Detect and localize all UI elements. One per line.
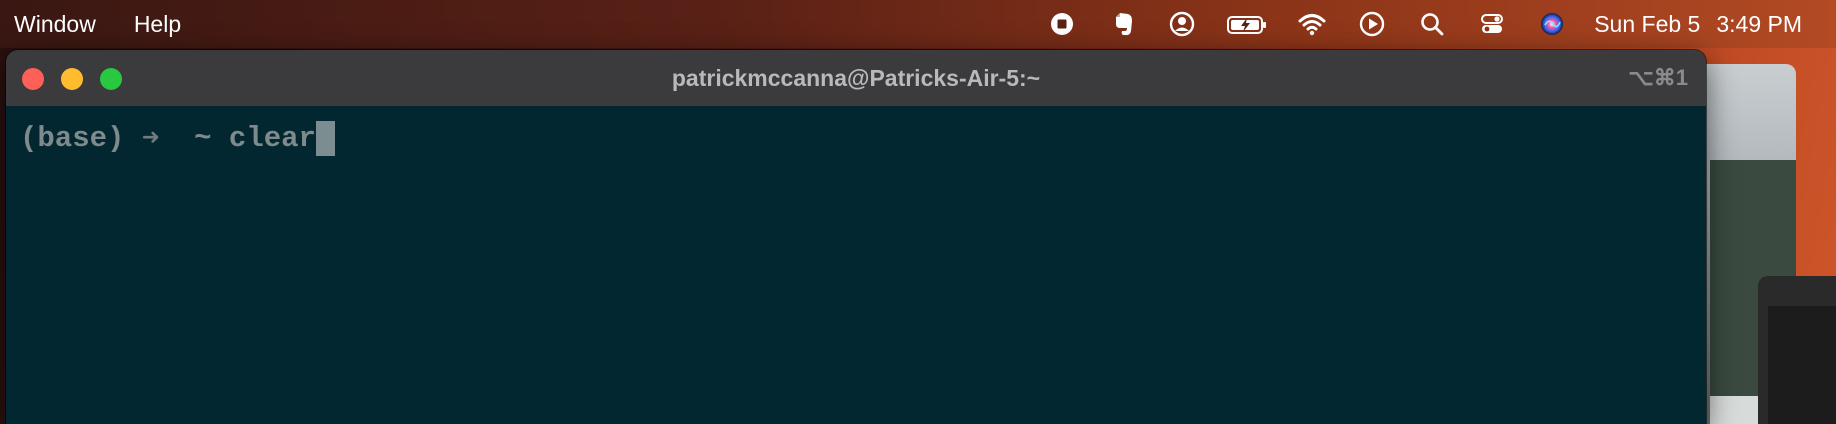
window-title: patrickmccanna@Patricks-Air-5:~ <box>671 65 1041 91</box>
window-shortcut-label: ⌥⌘1 <box>1628 65 1688 90</box>
terminal-title-bar[interactable]: patrickmccanna@Patricks-Air-5:~ ⌥⌘1 <box>6 50 1706 107</box>
user-account-icon[interactable] <box>1165 7 1199 41</box>
terminal-content[interactable]: (base) ➜ ~ clear <box>6 106 1706 424</box>
prompt-env: (base) <box>20 121 125 155</box>
menu-bar-status-area: Sun Feb 5 3:49 PM <box>1032 0 1836 48</box>
wifi-icon[interactable] <box>1295 7 1329 41</box>
prompt-arrow-icon: ➜ <box>141 123 160 156</box>
menu-help[interactable]: Help <box>134 11 181 38</box>
menu-window[interactable]: Window <box>14 11 96 38</box>
menu-bar-left: Window Help <box>0 11 205 38</box>
prompt-line: (base) ➜ ~ clear <box>20 120 335 156</box>
control-center-icon[interactable] <box>1475 7 1509 41</box>
desktop: Window Help Sun Feb 5 3:49 PM patrickmcc… <box>0 0 1836 424</box>
background-window-dark[interactable] <box>1758 276 1836 424</box>
clock-date: Sun Feb 5 <box>1594 10 1701 37</box>
prompt-dir: ~ <box>194 121 212 155</box>
text-cursor <box>315 120 335 156</box>
siri-icon[interactable] <box>1535 7 1569 41</box>
maximize-button[interactable] <box>100 68 122 90</box>
battery-charging-icon[interactable] <box>1225 7 1269 41</box>
clock-time: 3:49 PM <box>1716 10 1802 37</box>
background-window-dark-content <box>1768 306 1836 424</box>
terminal-window[interactable]: patrickmccanna@Patricks-Air-5:~ ⌥⌘1 (bas… <box>6 50 1706 424</box>
screen-record-icon[interactable] <box>1045 7 1079 41</box>
command-text: clear <box>228 121 316 155</box>
search-icon[interactable] <box>1415 7 1449 41</box>
menu-bar-clock[interactable]: Sun Feb 5 3:49 PM <box>1594 11 1802 38</box>
close-button[interactable] <box>22 68 44 90</box>
evernote-icon[interactable] <box>1105 7 1139 41</box>
play-icon[interactable] <box>1355 7 1389 41</box>
menu-bar: Window Help Sun Feb 5 3:49 PM <box>0 0 1836 48</box>
minimize-button[interactable] <box>61 68 83 90</box>
